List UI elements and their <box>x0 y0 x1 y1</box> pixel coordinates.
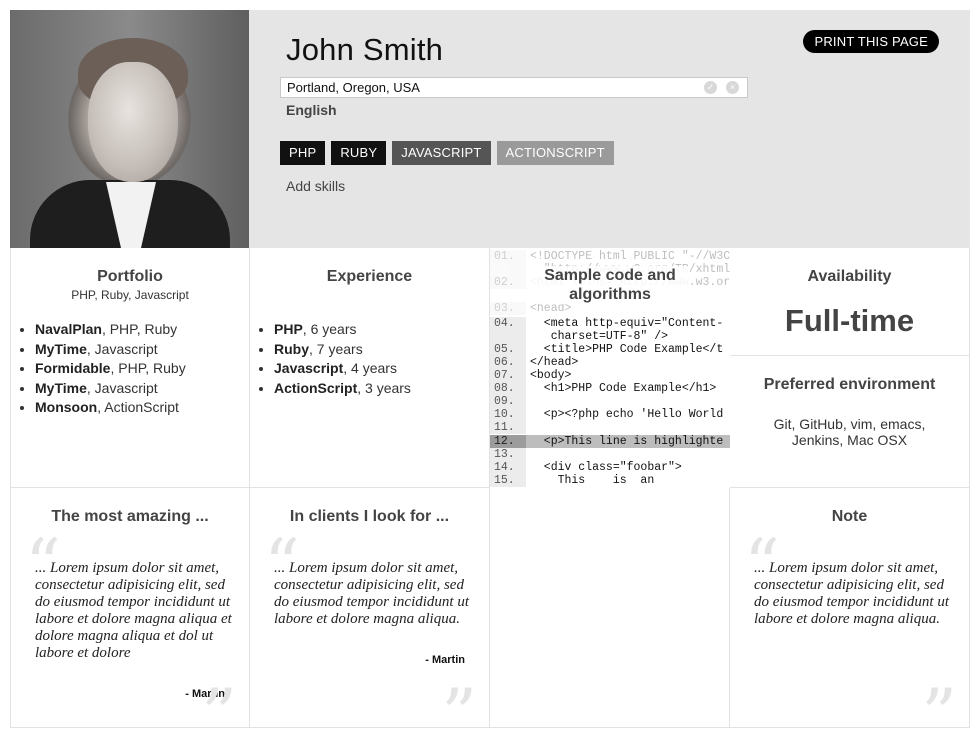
experience-title: Experience <box>326 268 413 285</box>
confirm-icon[interactable]: ✓ <box>704 81 717 94</box>
skills-list: PHP RUBY JAVASCRIPT ACTIONSCRIPT <box>280 141 614 165</box>
empty-panel <box>490 488 730 728</box>
note-panel: Note “ ... Lorem ipsum dolor sit amet, c… <box>730 488 970 750</box>
list-item: PHP, 6 years <box>274 320 411 340</box>
quote-text: ... Lorem ipsum dolor sit amet, consecte… <box>274 560 469 627</box>
code-line: 11. <box>490 421 730 434</box>
environment-title: Preferred environment <box>763 376 936 393</box>
skill-tag-javascript[interactable]: JAVASCRIPT <box>392 141 491 165</box>
list-item: ActionScript, 3 years <box>274 379 411 399</box>
portfolio-subtitle: PHP, Ruby, Javascript <box>71 288 189 302</box>
code-line: 09. <box>490 395 730 408</box>
location-value: Portland, Oregon, USA <box>287 80 420 95</box>
skill-tag-ruby[interactable]: RUBY <box>331 141 387 165</box>
portfolio-list: NavalPlan, PHP, Ruby MyTime, Javascript … <box>23 320 186 418</box>
code-line: charset=UTF-8" /> <box>490 330 730 343</box>
experience-panel: Experience PHP, 6 years Ruby, 7 years Ja… <box>250 248 490 488</box>
code-line: 10. <p><?php echo 'Hello World <box>490 408 730 421</box>
code-line: 08. <h1>PHP Code Example</h1> <box>490 382 730 395</box>
list-item: Javascript, 4 years <box>274 359 411 379</box>
print-page-button[interactable]: PRINT THIS PAGE <box>803 30 939 53</box>
note-text: ... Lorem ipsum dolor sit amet, consecte… <box>754 560 949 627</box>
availability-value: Full-time <box>784 303 915 338</box>
skill-tag-php[interactable]: PHP <box>280 141 326 165</box>
code-line: 13. <box>490 448 730 461</box>
skill-tag-actionscript[interactable]: ACTIONSCRIPT <box>496 141 614 165</box>
profile-photo <box>10 10 249 248</box>
location-input[interactable]: Portland, Oregon, USA ✓ × <box>280 77 748 98</box>
list-item[interactable]: MyTime, Javascript <box>35 340 186 360</box>
availability-panel: Availability Full-time <box>730 248 970 356</box>
quote-text: ... Lorem ipsum dolor sit amet, consecte… <box>35 560 232 661</box>
code-sample-title: Sample code and algorithms <box>530 266 690 304</box>
code-line: 14. <div class="foobar"> <box>490 461 730 474</box>
code-line: 07. <body> <box>490 369 730 382</box>
list-item[interactable]: Monsoon, ActionScript <box>35 398 186 418</box>
list-item[interactable]: Formidable, PHP, Ruby <box>35 359 186 379</box>
list-item[interactable]: NavalPlan, PHP, Ruby <box>35 320 186 340</box>
portfolio-title: Portfolio <box>97 268 163 285</box>
environment-panel: Preferred environment Git, GitHub, vim, … <box>730 356 970 488</box>
quote-author: - Martin <box>425 654 465 666</box>
code-line-highlighted: 12. <p>This line is highlighte <box>490 435 730 448</box>
profile-name: John Smith <box>286 32 444 67</box>
availability-title: Availability <box>807 268 892 285</box>
profile-language[interactable]: English <box>286 102 337 118</box>
environment-text: Git, GitHub, vim, emacs, Jenkins, Mac OS… <box>773 416 926 448</box>
profile-header: John Smith Portland, Oregon, USA ✓ × Eng… <box>10 10 970 248</box>
code-line: 05. <title>PHP Code Example</t <box>490 343 730 356</box>
code-line: 06. </head> <box>490 356 730 369</box>
quote-panel-amazing: The most amazing ... “ ... Lorem ipsum d… <box>10 488 250 750</box>
resume-page: John Smith Portland, Oregon, USA ✓ × Eng… <box>10 10 970 750</box>
experience-list: PHP, 6 years Ruby, 7 years Javascript, 4… <box>262 320 411 398</box>
list-item[interactable]: MyTime, Javascript <box>35 379 186 399</box>
list-item: Ruby, 7 years <box>274 340 411 360</box>
cancel-icon[interactable]: × <box>726 81 739 94</box>
quote-panel-clients: In clients I look for ... “ ... Lorem ip… <box>250 488 490 750</box>
code-sample-panel[interactable]: 01.<!DOCTYPE html PUBLIC "-//W3C "http:/… <box>490 248 730 488</box>
photo-face <box>88 62 178 182</box>
portfolio-panel: Portfolio PHP, Ruby, Javascript NavalPla… <box>10 248 250 488</box>
code-line: 15. This is an <box>490 474 730 487</box>
add-skills-link[interactable]: Add skills <box>286 178 345 194</box>
code-line: 01. <!DOCTYPE html PUBLIC "-//W3C <box>490 250 730 263</box>
code-line: 04. <meta http-equiv="Content- <box>490 317 730 330</box>
